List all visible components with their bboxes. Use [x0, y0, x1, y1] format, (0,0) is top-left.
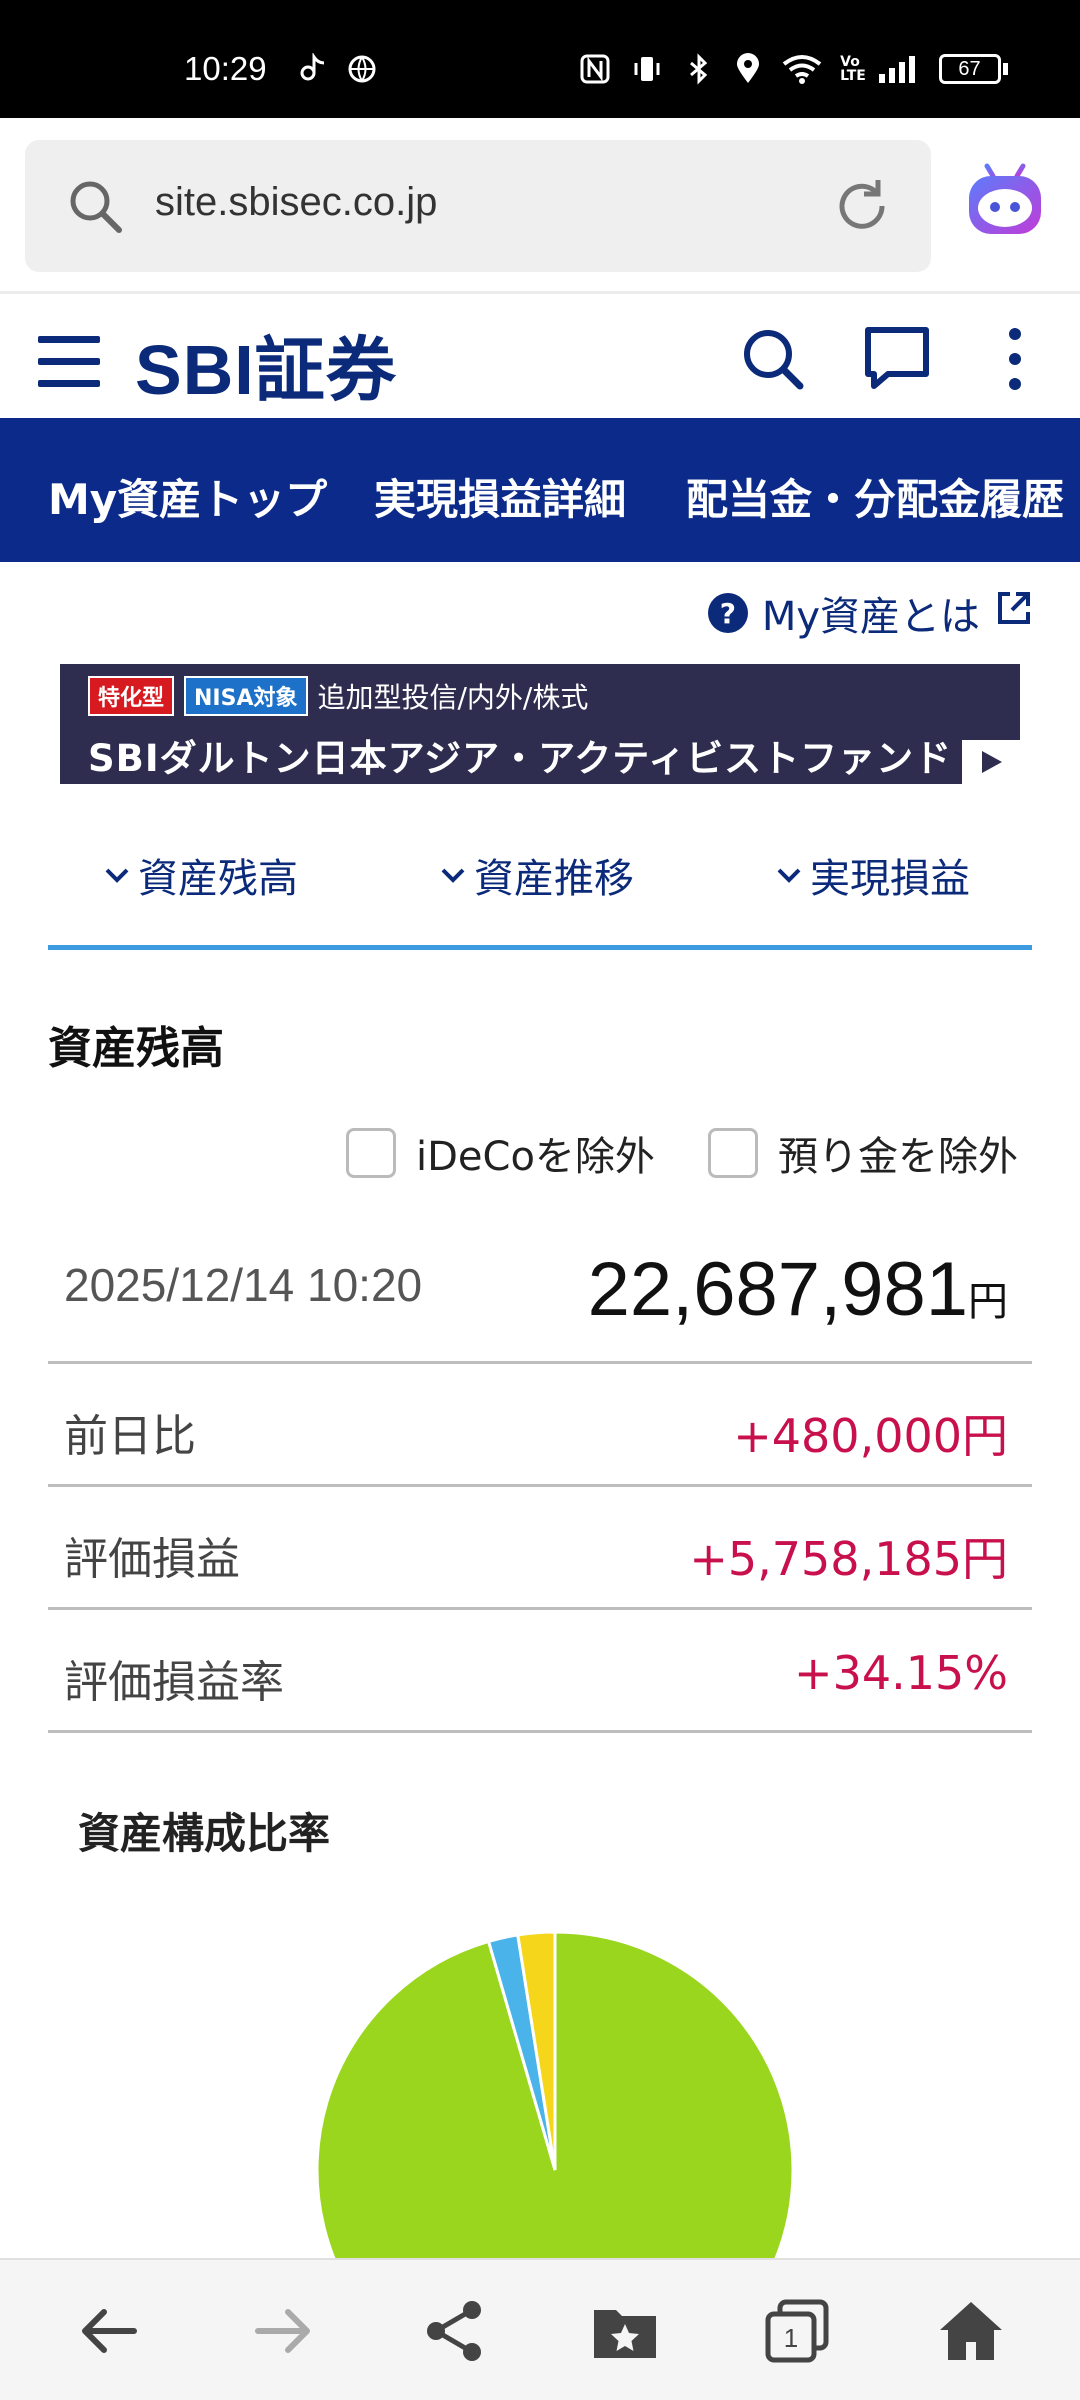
tabs-icon[interactable]: 1 — [764, 2298, 830, 2364]
forward-icon[interactable] — [250, 2298, 316, 2364]
location-icon — [732, 52, 764, 86]
banner-header: 特化型 NISA対象 追加型投信/内外/株式 — [88, 676, 588, 716]
tab-realized-pl[interactable]: 実現損益 — [774, 846, 970, 904]
summary-row: 評価損益率 +34.15% — [48, 1610, 1032, 1733]
total-row: 2025/12/14 10:20 22,687,981円 — [48, 1232, 1032, 1364]
row-label: 前日比 — [64, 1411, 196, 1462]
help-icon: ? — [707, 593, 748, 633]
tab-label: 実現損益 — [810, 856, 970, 902]
status-bar: 10:29 Vo LTE 67 — [0, 0, 1080, 118]
address-bar[interactable]: site.sbisec.co.jp — [25, 140, 931, 272]
search-icon — [63, 174, 127, 238]
banner-title: SBIダルトン日本アジア・アクティビストファンド — [88, 737, 953, 780]
total-unit: 円 — [968, 1280, 1008, 1324]
search-icon[interactable] — [738, 324, 808, 394]
globe-icon — [344, 52, 380, 86]
battery-level: 67 — [938, 54, 1001, 84]
help-link[interactable]: ? My資産とは — [707, 588, 1034, 640]
tag-specialized: 特化型 — [88, 676, 175, 716]
home-icon[interactable] — [938, 2298, 1004, 2364]
reload-icon[interactable] — [828, 172, 896, 240]
back-icon[interactable] — [76, 2298, 142, 2364]
nav-item-my-assets-top[interactable]: My資産トップ — [48, 466, 327, 527]
row-value: +5,758,185円 — [689, 1532, 1008, 1586]
nfc-icon — [578, 52, 612, 86]
external-link-icon — [994, 588, 1034, 638]
share-icon[interactable] — [422, 2298, 488, 2364]
tab-asset-trend[interactable]: 資産推移 — [438, 846, 634, 904]
summary-row: 評価損益 +5,758,185円 — [48, 1487, 1032, 1610]
total-value: 22,687,981円 — [588, 1246, 1008, 1333]
banner-subtitle: 追加型投信/内外/株式 — [317, 681, 589, 714]
summary-row: 前日比 +480,000円 — [48, 1364, 1032, 1487]
url-text[interactable]: site.sbisec.co.jp — [155, 180, 437, 225]
section-tabs: 資産残高 資産推移 実現損益 — [48, 830, 1032, 950]
nav-item-realized-pl[interactable]: 実現損益詳細 — [374, 466, 626, 527]
battery-icon: 67 — [938, 52, 1008, 86]
browser-bar: site.sbisec.co.jp — [0, 118, 1080, 294]
main-nav: My資産トップ 実現損益詳細 配当金・分配金履歴 — [0, 418, 1080, 562]
checkbox[interactable] — [346, 1128, 396, 1178]
row-label: 評価損益率 — [64, 1657, 284, 1708]
site-logo[interactable]: SBI証券 — [135, 314, 397, 415]
signal-icon — [876, 52, 922, 86]
tab-asset-balance[interactable]: 資産残高 — [102, 846, 298, 904]
bookmarks-icon[interactable] — [592, 2298, 658, 2364]
nav-item-dividend-history[interactable]: 配当金・分配金履歴 — [686, 466, 1064, 527]
assistant-icon[interactable] — [963, 162, 1047, 246]
more-vertical-icon[interactable] — [980, 324, 1050, 394]
pie-chart — [315, 1930, 795, 2260]
chart-title: 資産構成比率 — [78, 1809, 331, 1858]
status-time: 10:29 — [184, 50, 267, 87]
vibrate-icon — [630, 52, 664, 86]
checkbox[interactable] — [708, 1128, 758, 1178]
exclude-ideco-label: iDeCoを除外 — [416, 1134, 655, 1180]
exclude-deposit-label: 預り金を除外 — [778, 1134, 1018, 1180]
bluetooth-icon — [682, 52, 716, 86]
tag-nisa: NISA対象 — [184, 676, 308, 716]
asset-summary: 2025/12/14 10:20 22,687,981円 前日比 +480,00… — [48, 1232, 1032, 1733]
tab-label: 資産残高 — [138, 856, 298, 902]
row-value: +480,000円 — [733, 1409, 1008, 1463]
datetime: 2025/12/14 10:20 — [64, 1259, 423, 1311]
tiktok-icon — [296, 52, 332, 86]
help-link-label: My資産とは — [761, 594, 980, 640]
chevron-down-icon — [105, 868, 129, 883]
tab-label: 資産推移 — [474, 856, 634, 902]
site-header: SBI証券 — [0, 296, 1080, 418]
menu-icon[interactable] — [38, 336, 100, 388]
section-title: 資産残高 — [48, 1023, 224, 1074]
volte-icon: Vo LTE — [840, 54, 866, 84]
exclude-ideco-checkbox[interactable]: iDeCoを除外 — [346, 1124, 655, 1182]
browser-bottom-bar: 1 — [0, 2258, 1080, 2400]
chat-icon[interactable] — [862, 324, 932, 394]
fund-banner[interactable]: 特化型 NISA対象 追加型投信/内外/株式 SBIダルトン日本アジア・アクティ… — [60, 664, 1020, 784]
svg-text:1: 1 — [784, 2323, 798, 2353]
wifi-icon — [780, 52, 824, 86]
row-label: 評価損益 — [64, 1534, 240, 1585]
total-amount: 22,687,981 — [587, 1247, 968, 1332]
row-value: +34.15% — [794, 1646, 1008, 1700]
exclude-deposit-checkbox[interactable]: 預り金を除外 — [708, 1124, 1018, 1182]
pie-chart-container — [0, 1900, 1080, 2260]
chevron-down-icon — [441, 868, 465, 883]
play-icon — [962, 740, 1020, 784]
chevron-down-icon — [777, 868, 801, 883]
